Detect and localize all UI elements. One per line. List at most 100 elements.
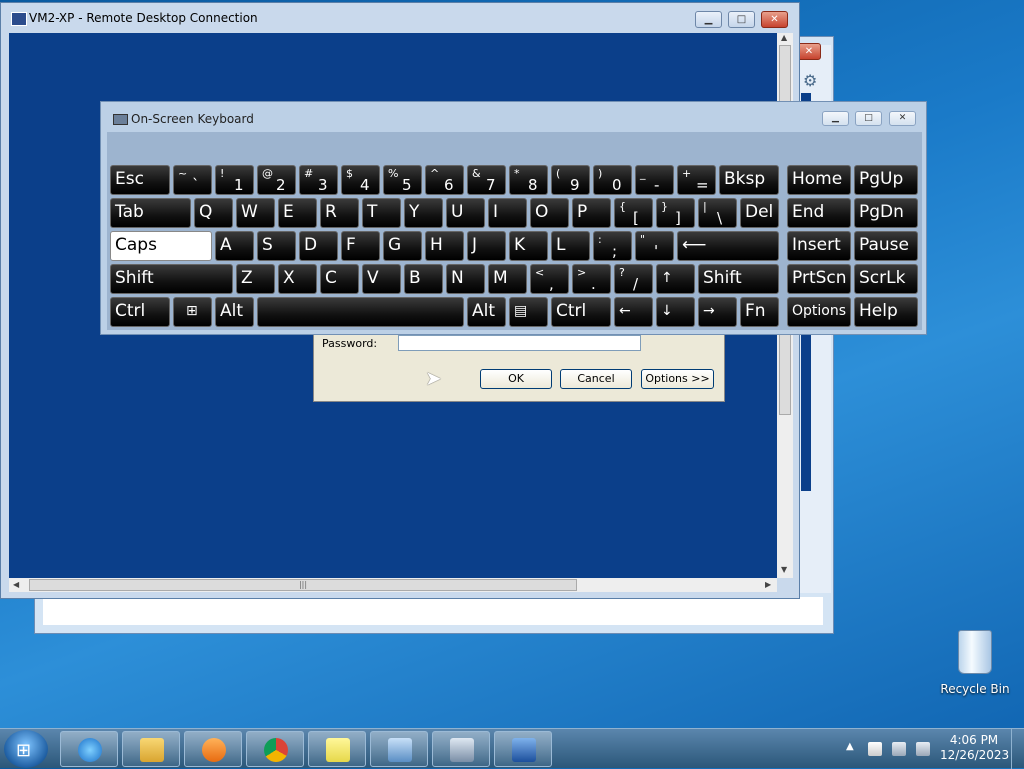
scroll-down-arrow-icon[interactable]: ▼ xyxy=(781,565,787,574)
action-center-icon[interactable] xyxy=(868,742,882,756)
key-c[interactable]: C xyxy=(320,264,359,294)
key-3[interactable]: #3 xyxy=(299,165,338,195)
cancel-button[interactable]: Cancel xyxy=(560,369,632,389)
key-o[interactable]: O xyxy=(530,198,569,228)
key-right-bracket[interactable]: }] xyxy=(656,198,695,228)
key-9[interactable]: (9 xyxy=(551,165,590,195)
key-minus[interactable]: _ - xyxy=(635,165,674,195)
on-screen-keyboard-window[interactable]: On-Screen Keyboard ▁ □ ✕ Esc ~ ` ! 1 @2 #3… xyxy=(100,101,927,335)
key-quote[interactable]: " ' xyxy=(635,231,674,261)
key-right-ctrl[interactable]: Ctrl xyxy=(551,297,611,327)
key-d[interactable]: D xyxy=(299,231,338,261)
key-y[interactable]: Y xyxy=(404,198,443,228)
key-tab[interactable]: Tab xyxy=(110,198,191,228)
key-x[interactable]: X xyxy=(278,264,317,294)
show-desktop-button[interactable] xyxy=(1011,729,1024,769)
key-home[interactable]: Home xyxy=(787,165,851,195)
start-button[interactable]: ⊞ xyxy=(4,730,48,768)
key-backspace[interactable]: Bksp xyxy=(719,165,779,195)
key-pause[interactable]: Pause xyxy=(854,231,918,261)
gear-icon[interactable]: ⚙ xyxy=(803,71,817,90)
key-delete[interactable]: Del xyxy=(740,198,779,228)
osk-minimize-button[interactable]: ▁ xyxy=(822,111,849,126)
key-space[interactable] xyxy=(257,297,464,327)
key-scrlk[interactable]: ScrLk xyxy=(854,264,918,294)
key-u[interactable]: U xyxy=(446,198,485,228)
key-right-shift[interactable]: Shift xyxy=(698,264,779,294)
key-comma[interactable]: <, xyxy=(530,264,569,294)
rdp-titlebar[interactable]: VM2-XP - Remote Desktop Connection ▁ □ ✕ xyxy=(1,3,799,33)
key-i[interactable]: I xyxy=(488,198,527,228)
options-button[interactable]: Options >> xyxy=(641,369,714,389)
background-close-button[interactable]: ✕ xyxy=(797,43,821,60)
taskbar-sticky-notes[interactable] xyxy=(308,731,366,767)
key-esc[interactable]: Esc xyxy=(110,165,170,195)
key-right-alt[interactable]: Alt xyxy=(467,297,506,327)
key-z[interactable]: Z xyxy=(236,264,275,294)
key-5[interactable]: % 5 xyxy=(383,165,422,195)
key-7[interactable]: & 7 xyxy=(467,165,506,195)
taskbar-media-player[interactable] xyxy=(184,731,242,767)
password-field[interactable] xyxy=(398,335,641,351)
key-end[interactable]: End xyxy=(787,198,851,228)
key-insert[interactable]: Insert xyxy=(787,231,851,261)
key-backslash[interactable]: | \ xyxy=(698,198,737,228)
key-help[interactable]: Help xyxy=(854,297,918,327)
key-e[interactable]: E xyxy=(278,198,317,228)
volume-muted-icon[interactable] xyxy=(916,742,930,756)
key-h[interactable]: H xyxy=(425,231,464,261)
rdp-horizontal-scrollbar[interactable]: ◀ ||| ▶ xyxy=(9,578,777,592)
key-1[interactable]: ! 1 xyxy=(215,165,254,195)
taskbar-remote-desktop[interactable] xyxy=(494,731,552,767)
rdp-maximize-button[interactable]: □ xyxy=(728,11,755,28)
key-grave[interactable]: ~ ` xyxy=(173,165,212,195)
key-k[interactable]: K xyxy=(509,231,548,261)
key-a[interactable]: A xyxy=(215,231,254,261)
key-4[interactable]: $4 xyxy=(341,165,380,195)
taskbar-on-screen-keyboard[interactable] xyxy=(432,731,490,767)
key-left-arrow[interactable]: ← xyxy=(614,297,653,327)
key-fn[interactable]: Fn xyxy=(740,297,779,327)
taskbar-control-panel[interactable] xyxy=(370,731,428,767)
key-up-arrow[interactable]: ↑ xyxy=(656,264,695,294)
taskbar-file-explorer[interactable] xyxy=(122,731,180,767)
key-l[interactable]: L xyxy=(551,231,590,261)
taskbar-internet-explorer[interactable] xyxy=(60,731,118,767)
clock[interactable]: 4:06 PM 12/26/2023 xyxy=(940,733,1009,763)
key-m[interactable]: M xyxy=(488,264,527,294)
key-p[interactable]: P xyxy=(572,198,611,228)
recycle-bin-shortcut[interactable]: Recycle Bin xyxy=(940,630,1010,696)
key-pgup[interactable]: PgUp xyxy=(854,165,918,195)
key-left-alt[interactable]: Alt xyxy=(215,297,254,327)
key-j[interactable]: J xyxy=(467,231,506,261)
key-enter[interactable]: ⟵ xyxy=(677,231,779,261)
key-slash[interactable]: ? / xyxy=(614,264,653,294)
key-b[interactable]: B xyxy=(404,264,443,294)
rdp-close-button[interactable]: ✕ xyxy=(761,11,788,28)
scroll-up-arrow-icon[interactable]: ▲ xyxy=(781,33,787,42)
key-menu[interactable]: ▤ xyxy=(509,297,548,327)
key-r[interactable]: R xyxy=(320,198,359,228)
key-windows[interactable]: ⊞ xyxy=(173,297,212,327)
key-2[interactable]: @2 xyxy=(257,165,296,195)
key-left-bracket[interactable]: {[ xyxy=(614,198,653,228)
key-t[interactable]: T xyxy=(362,198,401,228)
key-caps-lock[interactable]: Caps xyxy=(110,231,212,261)
key-n[interactable]: N xyxy=(446,264,485,294)
key-pgdn[interactable]: PgDn xyxy=(854,198,918,228)
rdp-minimize-button[interactable]: ▁ xyxy=(695,11,722,28)
key-0[interactable]: ) 0 xyxy=(593,165,632,195)
ok-button[interactable]: OK xyxy=(480,369,552,389)
show-hidden-icons-button[interactable]: ▲ xyxy=(846,741,854,752)
network-icon[interactable] xyxy=(892,742,906,756)
key-q[interactable]: Q xyxy=(194,198,233,228)
osk-maximize-button[interactable]: □ xyxy=(855,111,882,126)
key-g[interactable]: G xyxy=(383,231,422,261)
scroll-left-arrow-icon[interactable]: ◀ xyxy=(13,580,19,589)
key-period[interactable]: >. xyxy=(572,264,611,294)
key-prtscn[interactable]: PrtScn xyxy=(787,264,851,294)
key-left-shift[interactable]: Shift xyxy=(110,264,233,294)
key-options[interactable]: Options xyxy=(787,297,851,327)
osk-close-button[interactable]: ✕ xyxy=(889,111,916,126)
taskbar-chrome[interactable] xyxy=(246,731,304,767)
